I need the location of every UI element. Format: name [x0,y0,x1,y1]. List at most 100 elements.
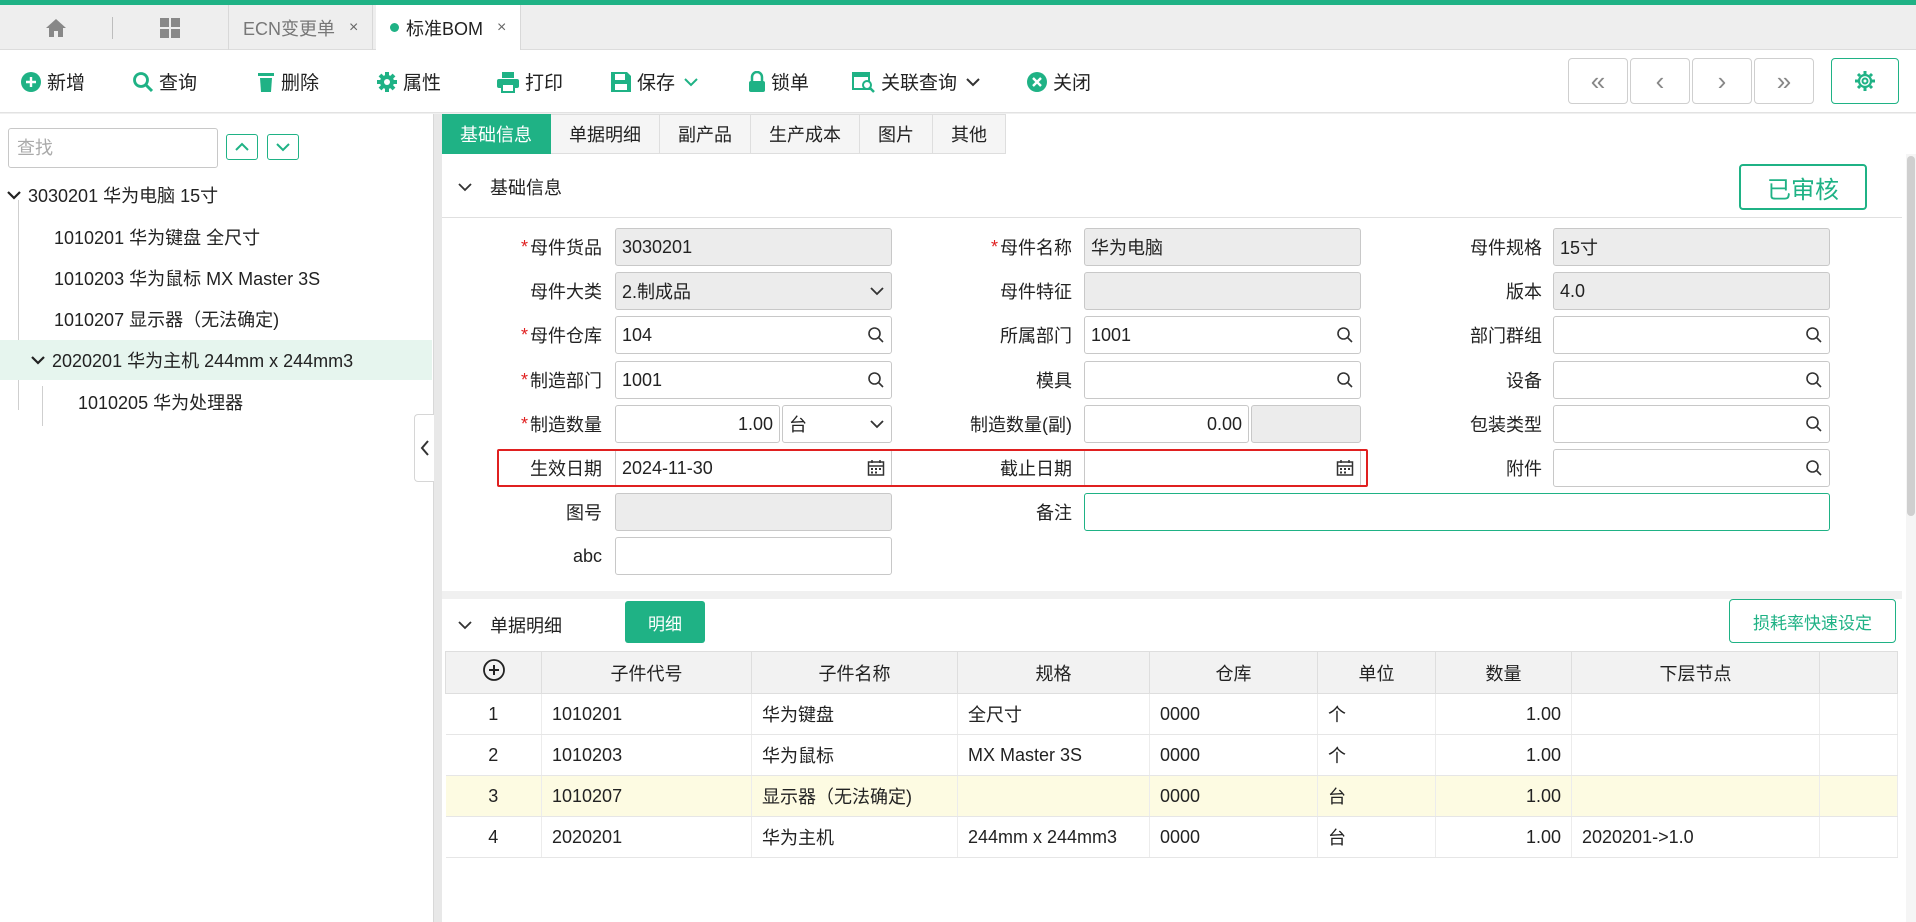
cell-unit[interactable]: 台 [1317,816,1436,858]
mfg-dept-field[interactable]: 1001 [615,361,892,399]
warehouse-field[interactable]: 104 [615,316,892,354]
tree-item[interactable]: 3030201 华为电脑 15寸 [0,175,432,215]
basic-info-header[interactable]: 基础信息 [442,156,1902,218]
cell-name[interactable]: 华为主机 [751,816,958,858]
column-header[interactable]: 下层节点 [1571,651,1820,694]
cell-qty[interactable]: 1.00 [1435,693,1572,735]
tab-ecn[interactable]: ECN变更单 × [228,5,374,50]
tab-production-cost[interactable]: 生产成本 [751,114,860,154]
tab-images[interactable]: 图片 [860,114,933,154]
category-select[interactable]: 2.制成品 [615,272,892,310]
tree-item[interactable]: 1010207 显示器（无法确定) [0,299,432,339]
version-field[interactable]: 4.0 [1553,272,1830,310]
column-header[interactable]: 规格 [957,651,1150,694]
related-query-button[interactable]: 关联查询 [852,50,985,113]
cell-name[interactable]: 华为键盘 [751,693,958,735]
tree-item[interactable]: 1010201 华为键盘 全尺寸 [0,217,432,257]
column-header[interactable]: 数量 [1435,651,1572,694]
dept-field[interactable]: 1001 [1084,316,1361,354]
drawing-field[interactable] [615,493,892,531]
column-header[interactable]: 单位 [1317,651,1436,694]
cell-unit[interactable]: 个 [1317,734,1436,776]
parent-name-field[interactable]: 华为电脑 [1084,228,1361,266]
home-icon[interactable] [30,5,82,50]
cell-qty[interactable]: 1.00 [1435,816,1572,858]
column-header[interactable]: 子件名称 [751,651,958,694]
cell-warehouse[interactable]: 0000 [1149,734,1318,776]
tab-detail[interactable]: 单据明细 [551,114,660,154]
table-row[interactable]: 2 1010203 华为鼠标 MX Master 3S 0000 个 1.00 [445,734,1898,776]
unit-select[interactable]: 台 [782,405,892,443]
settings-button[interactable] [1831,58,1899,104]
column-header[interactable]: 子件代号 [541,651,752,694]
parent-code-field[interactable]: 3030201 [615,228,892,266]
cell-unit[interactable]: 个 [1317,693,1436,735]
cell-code[interactable]: 1010201 [541,693,752,735]
apps-grid-icon[interactable] [144,5,196,50]
column-header[interactable]: 仓库 [1149,651,1318,694]
close-button[interactable]: 关闭 [1026,50,1091,113]
feature-field[interactable] [1084,272,1361,310]
cell-node[interactable] [1571,693,1820,735]
tab-other[interactable]: 其他 [933,114,1006,154]
parent-spec-field[interactable]: 15寸 [1553,228,1830,266]
cell-name[interactable]: 华为鼠标 [751,734,958,776]
prev-record-button[interactable]: ‹ [1630,58,1690,104]
tree-item-selected[interactable]: 2020201 华为主机 244mm x 244mm3 [0,340,432,380]
first-record-button[interactable]: « [1568,58,1628,104]
close-icon[interactable]: × [497,19,506,37]
attachment-field[interactable] [1553,449,1830,487]
mfg-qty-sub-unit[interactable] [1251,405,1361,443]
add-row-button[interactable] [445,651,542,694]
cell-code[interactable]: 2020201 [541,816,752,858]
cell-node[interactable] [1571,734,1820,776]
cell-qty[interactable]: 1.00 [1435,775,1572,817]
loss-rate-quick-set-button[interactable]: 损耗率快速设定 [1729,599,1896,643]
tab-basic-info[interactable]: 基础信息 [442,114,551,154]
cell-qty[interactable]: 1.00 [1435,734,1572,776]
tree-search-input[interactable] [8,128,218,168]
add-button[interactable]: 新增 [20,50,85,113]
equipment-field[interactable] [1553,361,1830,399]
tab-standard-bom[interactable]: 标准BOM × [376,5,522,50]
next-record-button[interactable]: › [1692,58,1752,104]
lock-button[interactable]: 锁单 [748,50,809,113]
cell-warehouse[interactable]: 0000 [1149,693,1318,735]
cell-warehouse[interactable]: 0000 [1149,816,1318,858]
tree-next-button[interactable] [267,134,299,160]
cell-spec[interactable]: 全尺寸 [957,693,1150,735]
dept-group-field[interactable] [1553,316,1830,354]
cell-code[interactable]: 1010203 [541,734,752,776]
close-icon[interactable]: × [349,19,358,37]
cell-node[interactable]: 2020201->1.0 [1571,816,1820,858]
cell-warehouse[interactable]: 0000 [1149,775,1318,817]
table-row[interactable]: 4 2020201 华为主机 244mm x 244mm3 0000 台 1.0… [445,816,1898,858]
cell-name[interactable]: 显示器（无法确定) [751,775,958,817]
mfg-qty-field[interactable]: 1.00 [615,405,780,443]
delete-button[interactable]: 删除 [256,50,319,113]
tree-item[interactable]: 1010203 华为鼠标 MX Master 3S [0,258,432,298]
cell-unit[interactable]: 台 [1317,775,1436,817]
panel-splitter[interactable] [434,114,442,922]
detail-button[interactable]: 明细 [625,601,705,643]
collapse-panel-handle[interactable] [414,414,434,482]
scrollbar-thumb[interactable] [1907,156,1915,516]
mfg-qty-sub-field[interactable]: 0.00 [1084,405,1249,443]
mold-field[interactable] [1084,361,1361,399]
cell-node[interactable] [1571,775,1820,817]
print-button[interactable]: 打印 [496,50,563,113]
cell-spec[interactable]: 244mm x 244mm3 [957,816,1150,858]
table-row-highlighted[interactable]: 3 1010207 显示器（无法确定) 0000 台 1.00 [445,775,1898,817]
properties-button[interactable]: 属性 [376,50,441,113]
pack-type-field[interactable] [1553,405,1830,443]
tree-item[interactable]: 1010205 华为处理器 [0,382,432,422]
remark-field[interactable] [1084,493,1830,531]
last-record-button[interactable]: » [1754,58,1814,104]
cell-code[interactable]: 1010207 [541,775,752,817]
save-button[interactable]: 保存 [610,50,703,113]
tree-prev-button[interactable] [226,134,258,160]
cell-spec[interactable] [957,775,1150,817]
tab-byproduct[interactable]: 副产品 [660,114,751,154]
cell-spec[interactable]: MX Master 3S [957,734,1150,776]
abc-field[interactable] [615,537,892,575]
